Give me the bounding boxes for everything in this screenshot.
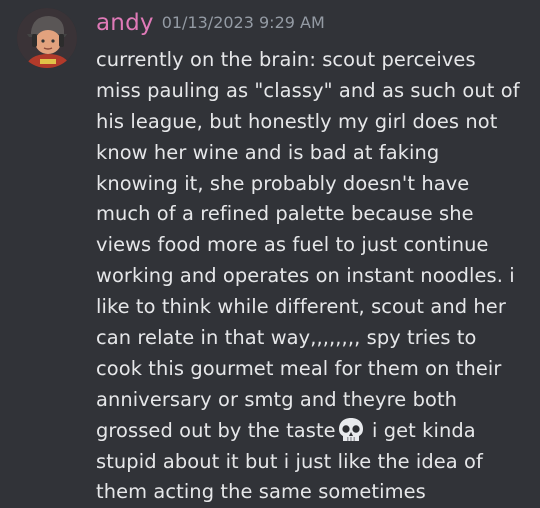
timestamp[interactable]: 01/13/2023 9:29 AM <box>162 13 325 32</box>
message-header: andy 01/13/2023 9:29 AM <box>96 10 325 36</box>
message-line: much of a refined palette because she <box>96 202 474 226</box>
message-line: views food more as fuel to just continue <box>96 233 489 257</box>
message-line-with-emoji: grossed out by the taste i get kinda <box>96 416 530 447</box>
author-name[interactable]: andy <box>96 10 154 36</box>
message-line: knowing it, she probably doesn't have <box>96 171 470 195</box>
message-line: anniversary or smtg and theyre both <box>96 387 458 411</box>
message-line: stupid about it but i just like the idea… <box>96 449 483 473</box>
skull-emoji-icon <box>338 417 363 441</box>
message-line: miss pauling as "classy" and as such out… <box>96 78 520 102</box>
message-line: his league, but honestly my girl does no… <box>96 109 498 133</box>
message-line: them acting the same sometimes <box>96 480 426 504</box>
message-line: know her wine and is bad at faking <box>96 140 440 164</box>
message-line: like to think while different, scout and… <box>96 295 506 319</box>
message-line: can relate in that way,,,,,,,, spy tries… <box>96 326 477 350</box>
message-line: cook this gourmet meal for them on their <box>96 356 502 380</box>
avatar[interactable] <box>17 8 77 68</box>
message-line: currently on the brain: scout perceives <box>96 48 476 71</box>
chat-message: andy 01/13/2023 9:29 AM currently on the … <box>0 0 540 504</box>
message-text: i get kinda <box>365 418 476 442</box>
message-content: currently on the brain: scout perceives … <box>96 45 530 508</box>
message-line: working and operates on instant noodles.… <box>96 264 515 288</box>
avatar-image <box>17 8 77 68</box>
message-text: grossed out by the taste <box>96 418 336 442</box>
